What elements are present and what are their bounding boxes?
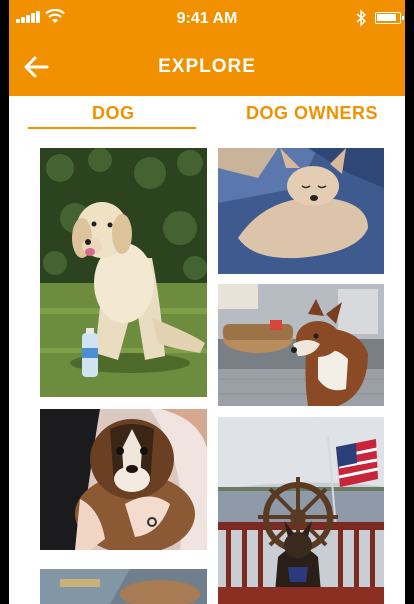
battery-icon (375, 12, 404, 24)
photo-border-collie[interactable] (218, 284, 384, 406)
header-bar: 9:41 AM EXPLORE (9, 0, 405, 96)
photo-partial-bottom[interactable] (40, 569, 207, 604)
phone-frame: 9:41 AM EXPLORE DOG DOG OWNERS (0, 0, 414, 604)
photo-puppy-held[interactable] (40, 409, 207, 550)
tab-dog-owners[interactable]: DOG OWNERS (246, 103, 378, 124)
bluetooth-icon (356, 9, 367, 27)
photo-sleeping-chihuahua[interactable] (218, 148, 384, 274)
page-title: EXPLORE (158, 56, 256, 77)
tab-selected-indicator (28, 127, 196, 129)
explore-screen: 9:41 AM EXPLORE DOG DOG OWNERS (9, 0, 405, 604)
status-bar: 9:41 AM (9, 6, 405, 30)
status-time: 9:41 AM (176, 10, 238, 27)
photo-golden-retriever[interactable] (40, 148, 207, 397)
photo-dog-on-boat[interactable] (218, 417, 384, 604)
tab-dog[interactable]: DOG (92, 103, 135, 124)
